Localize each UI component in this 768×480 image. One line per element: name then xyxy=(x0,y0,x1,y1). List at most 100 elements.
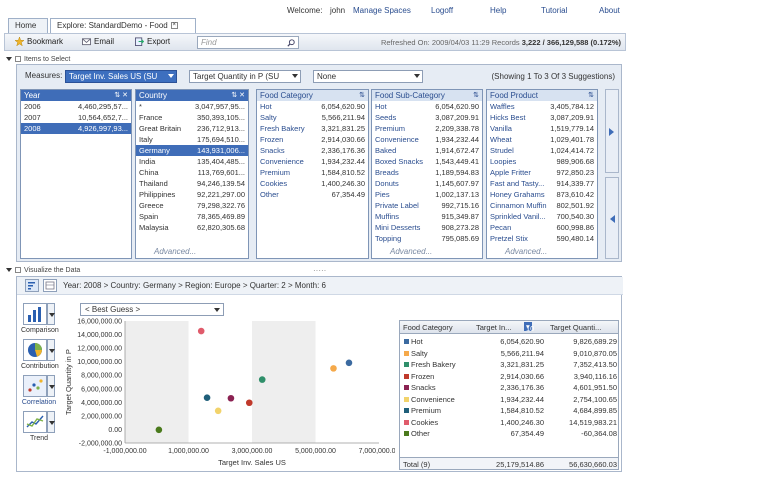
list-item[interactable]: Spain 78,365,469.89 xyxy=(136,211,248,222)
subcategory-advanced-link[interactable]: Advanced... xyxy=(390,247,432,256)
collapse-icon[interactable] xyxy=(6,57,12,61)
list-item[interactable]: India 135,404,485... xyxy=(136,156,248,167)
list-item[interactable]: Fresh Bakery 3,321,831.25 xyxy=(257,123,368,134)
tutorial-link[interactable]: Tutorial xyxy=(541,6,567,15)
food-subcategory-title[interactable]: Food Sub-Category xyxy=(375,91,445,100)
close-tab-icon[interactable]: × xyxy=(170,22,178,30)
list-item[interactable]: Great Britain 236,712,913... xyxy=(136,123,248,134)
list-item[interactable]: Vanilla 1,519,779.14 xyxy=(487,123,597,134)
list-item[interactable]: Germany 143,931,006... xyxy=(136,145,248,156)
grid-col-food-category[interactable]: Food Category xyxy=(403,323,453,332)
list-item[interactable]: 2008 4,926,997,93... xyxy=(21,123,131,134)
list-item[interactable]: Hot 6,054,620.90 xyxy=(257,101,368,112)
measure2-select[interactable]: Target Quantity in P (SU xyxy=(189,70,301,83)
list-item[interactable]: Private Label 992,715.16 xyxy=(372,200,482,211)
list-item[interactable]: Baked 1,914,672.47 xyxy=(372,145,482,156)
list-item[interactable]: Salty 5,566,211.94 xyxy=(257,112,368,123)
list-item[interactable]: Convenience 1,934,232.44 xyxy=(257,156,368,167)
chevron-down-icon[interactable] xyxy=(47,303,55,325)
sort-icon[interactable]: ⇅ xyxy=(473,91,479,99)
food-category-title[interactable]: Food Category xyxy=(260,91,313,100)
list-item[interactable]: Donuts 1,145,607.97 xyxy=(372,178,482,189)
year-list-controls[interactable]: ⇅ ✕ xyxy=(114,91,128,99)
list-item[interactable]: Cookies 1,400,246.30 xyxy=(257,178,368,189)
chevron-down-icon[interactable] xyxy=(47,411,55,433)
table-row[interactable]: Cookies 1,400,246.30 14,519,983.21 xyxy=(400,417,618,428)
list-item[interactable]: France 350,393,105... xyxy=(136,112,248,123)
list-item[interactable]: Wheat 1,029,401.78 xyxy=(487,134,597,145)
bookmark-button[interactable]: Bookmark xyxy=(15,37,63,47)
help-link[interactable]: Help xyxy=(490,6,506,15)
table-row[interactable]: Other 67,354.49 -60,364.08 xyxy=(400,428,618,439)
list-item[interactable]: Pecan 600,998.86 xyxy=(487,222,597,233)
email-button[interactable]: Email xyxy=(82,37,114,46)
chart-type-select[interactable]: < Best Guess > xyxy=(80,303,224,316)
table-row[interactable]: Convenience 1,934,232.44 2,754,100.65 xyxy=(400,394,618,405)
sort-badge[interactable]: 10 ▾ xyxy=(524,322,534,333)
measure3-select[interactable]: None xyxy=(313,70,423,83)
list-item[interactable]: Pretzel Stix 590,480.14 xyxy=(487,233,597,244)
list-item[interactable]: Premium 2,209,338.78 xyxy=(372,123,482,134)
prev-suggestions-button[interactable] xyxy=(605,177,619,259)
list-item[interactable]: Waffles 3,405,784.12 xyxy=(487,101,597,112)
table-row[interactable]: Hot 6,054,620.90 9,826,689.29 xyxy=(400,336,618,347)
list-item[interactable]: Sprinkled Vanil... 700,540.30 xyxy=(487,211,597,222)
grid-col-target-qty[interactable]: Target Quanti... xyxy=(550,323,601,332)
list-item[interactable]: Convenience 1,934,232.44 xyxy=(372,134,482,145)
contribution-chart-button[interactable]: Contribution xyxy=(21,339,59,370)
table-view-toggle[interactable] xyxy=(43,279,57,292)
table-row[interactable]: Salty 5,566,211.94 9,010,870.05 xyxy=(400,348,618,359)
list-item[interactable]: Apple Fritter 972,850.23 xyxy=(487,167,597,178)
list-item[interactable]: Breads 1,189,594.83 xyxy=(372,167,482,178)
list-item[interactable]: Philippines 92,221,297.00 xyxy=(136,189,248,200)
splitter-handle[interactable]: ····· xyxy=(313,266,326,275)
list-item[interactable]: 2006 4,460,295,57... xyxy=(21,101,131,112)
trend-chart-button[interactable]: Trend xyxy=(21,411,57,442)
list-item[interactable]: Fast and Tasty... 914,339.77 xyxy=(487,178,597,189)
chevron-down-icon[interactable] xyxy=(47,375,55,397)
list-item[interactable]: Greece 79,298,322.76 xyxy=(136,200,248,211)
list-item[interactable]: Malaysia 62,820,305.68 xyxy=(136,222,248,233)
sort-icon[interactable]: ⇅ xyxy=(359,91,365,99)
list-item[interactable]: Thailand 94,246,139.54 xyxy=(136,178,248,189)
list-item[interactable]: 2007 10,564,652,7... xyxy=(21,112,131,123)
visualize-section-header[interactable]: Visualize the Data xyxy=(6,267,80,274)
logoff-link[interactable]: Logoff xyxy=(431,6,453,15)
list-item[interactable]: Premium 1,584,810.52 xyxy=(257,167,368,178)
sort-icon[interactable]: ⇅ xyxy=(588,91,594,99)
collapse-icon[interactable] xyxy=(6,268,12,272)
list-item[interactable]: Frozen 2,914,030.66 xyxy=(257,134,368,145)
list-item[interactable]: Loopies 989,906.68 xyxy=(487,156,597,167)
list-item[interactable]: Mini Desserts 908,273.28 xyxy=(372,222,482,233)
list-item[interactable]: Other 67,354.49 xyxy=(257,189,368,200)
next-suggestions-button[interactable] xyxy=(605,89,619,173)
find-input[interactable]: Find xyxy=(197,36,299,49)
chart-view-toggle[interactable] xyxy=(25,279,39,292)
tab-home[interactable]: Home xyxy=(8,18,48,33)
table-row[interactable]: Fresh Bakery 3,321,831.25 7,352,413.50 xyxy=(400,359,618,370)
comparison-chart-button[interactable]: Comparison xyxy=(21,303,59,334)
list-item[interactable]: Snacks 2,336,176.36 xyxy=(257,145,368,156)
tab-explore[interactable]: Explore: StandardDemo - Food × xyxy=(50,18,196,33)
list-item[interactable]: China 113,769,601... xyxy=(136,167,248,178)
list-item[interactable]: Hot 6,054,620.90 xyxy=(372,101,482,112)
list-item[interactable]: Strudel 1,024,414.72 xyxy=(487,145,597,156)
measure1-select[interactable]: Target Inv. Sales US (SU xyxy=(65,70,177,83)
items-section-header[interactable]: Items to Select xyxy=(6,56,70,63)
list-item[interactable]: Hicks Best 3,087,209.91 xyxy=(487,112,597,123)
export-button[interactable]: Export xyxy=(135,37,170,47)
correlation-chart-button[interactable]: Correlation xyxy=(21,375,57,406)
food-product-title[interactable]: Food Product xyxy=(490,91,538,100)
grid-col-target-inv[interactable]: Target In... xyxy=(476,323,511,332)
list-item[interactable]: Topping 795,085.69 xyxy=(372,233,482,244)
country-advanced-link[interactable]: Advanced... xyxy=(154,247,196,256)
list-item[interactable]: Italy 175,694,510... xyxy=(136,134,248,145)
list-item[interactable]: Pies 1,002,137.13 xyxy=(372,189,482,200)
list-item[interactable]: Boxed Snacks 1,543,449.41 xyxy=(372,156,482,167)
country-list-controls[interactable]: ⇅ ✕ xyxy=(231,91,245,99)
search-icon[interactable] xyxy=(287,39,295,47)
list-item[interactable]: Muffins 915,349.87 xyxy=(372,211,482,222)
product-advanced-link[interactable]: Advanced... xyxy=(505,247,547,256)
about-link[interactable]: About xyxy=(599,6,620,15)
list-item[interactable]: Honey Grahams 873,610.42 xyxy=(487,189,597,200)
